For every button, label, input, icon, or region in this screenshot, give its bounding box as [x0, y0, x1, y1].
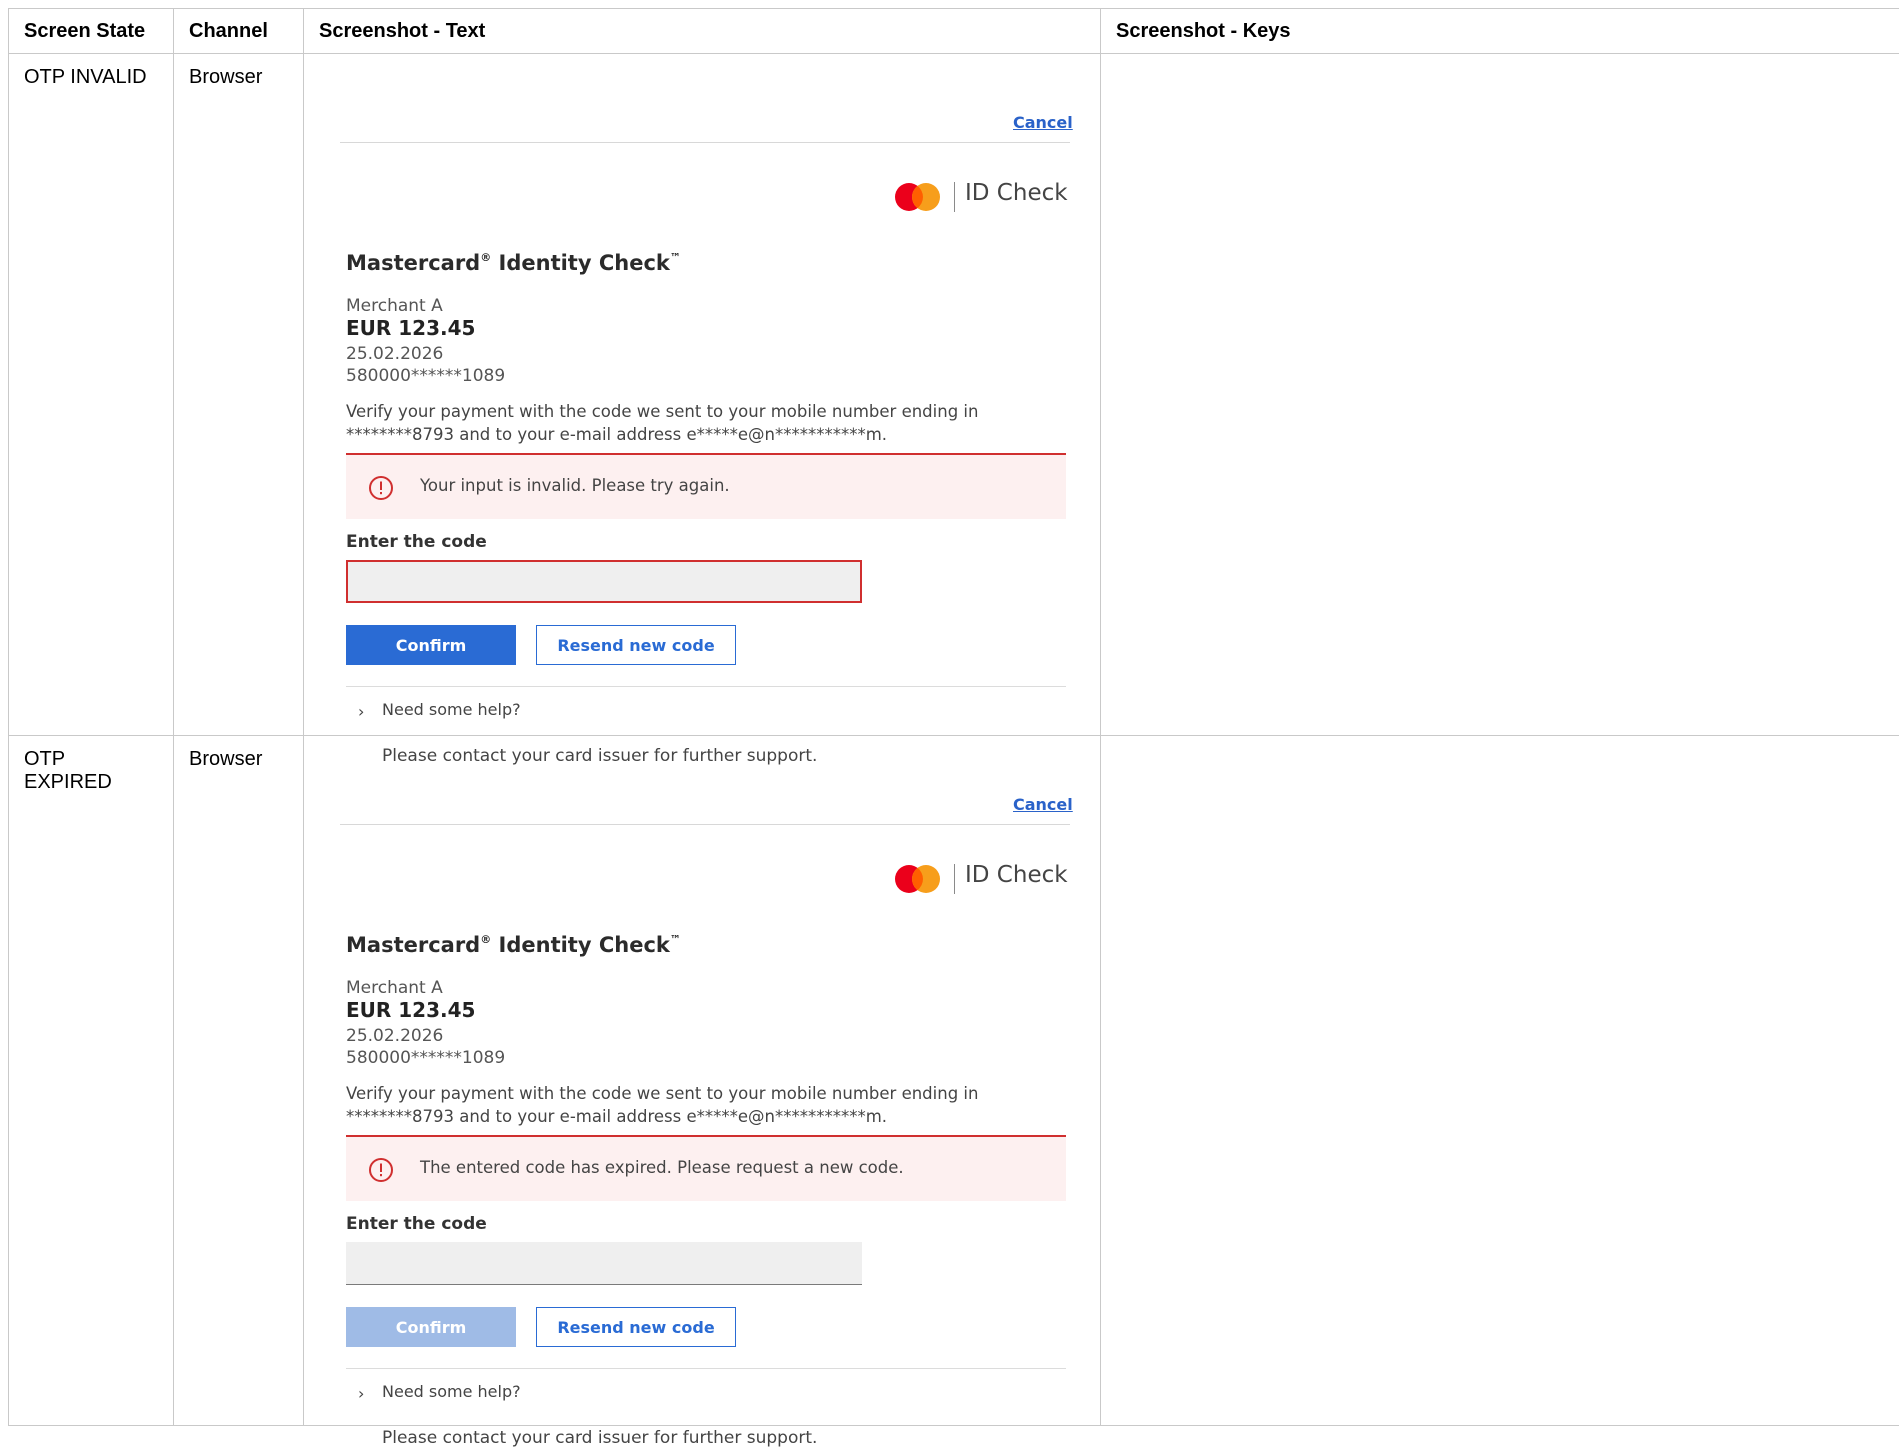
- page-title: Mastercard® Identity Check™: [346, 933, 681, 957]
- merchant-name: Merchant A: [346, 978, 443, 998]
- error-alert: Your input is invalid. Please try again.: [346, 453, 1066, 519]
- help-divider: [346, 686, 1066, 687]
- channel-cell: Browser: [174, 54, 304, 736]
- screen-state-cell: OTP EXPIRED: [9, 736, 174, 1426]
- logo-separator: [954, 182, 955, 212]
- card-number: 580000******1089: [346, 1048, 505, 1068]
- id-check-text: ID Check: [965, 862, 1068, 888]
- logo-separator: [954, 864, 955, 894]
- header-channel: Channel: [174, 9, 304, 54]
- error-alert: The entered code has expired. Please req…: [346, 1135, 1066, 1201]
- card-number: 580000******1089: [346, 366, 505, 386]
- top-divider: [340, 142, 1070, 143]
- chevron-right-icon[interactable]: ›: [358, 1384, 364, 1403]
- confirm-button[interactable]: Confirm: [346, 625, 516, 665]
- help-divider: [346, 1368, 1066, 1369]
- screen-state-cell: OTP INVALID: [9, 54, 174, 736]
- resend-code-button[interactable]: Resend new code: [536, 1307, 736, 1347]
- code-input[interactable]: [346, 560, 862, 603]
- otp-screen-invalid: Cancel ID Check Mastercard® Identity Che…: [304, 54, 1097, 735]
- code-field-label: Enter the code: [346, 532, 487, 552]
- header-screen-state: Screen State: [9, 9, 174, 54]
- screenshot-keys-cell: [1101, 54, 1899, 736]
- error-message: The entered code has expired. Please req…: [420, 1158, 904, 1177]
- channel-cell: Browser: [174, 736, 304, 1426]
- chevron-right-icon[interactable]: ›: [358, 702, 364, 721]
- merchant-name: Merchant A: [346, 296, 443, 316]
- table-row: OTP INVALID Browser Cancel ID Check: [9, 54, 1899, 736]
- alert-circle-icon: [368, 1157, 394, 1183]
- screenshot-cell: Cancel ID Check Mastercard® Identity Che…: [304, 736, 1101, 1426]
- transaction-amount: EUR 123.45: [346, 316, 475, 340]
- code-field-label: Enter the code: [346, 1214, 487, 1234]
- cancel-link[interactable]: Cancel: [1013, 795, 1073, 814]
- resend-code-button[interactable]: Resend new code: [536, 625, 736, 665]
- alert-circle-icon: [368, 475, 394, 501]
- support-text: Please contact your card issuer for furt…: [382, 1428, 817, 1448]
- confirm-button[interactable]: Confirm: [346, 1307, 516, 1347]
- mastercard-logo-icon: [894, 864, 942, 894]
- code-input[interactable]: [346, 1242, 862, 1285]
- spec-table: Screen State Channel Screenshot - Text S…: [8, 8, 1899, 1426]
- transaction-date: 25.02.2026: [346, 344, 443, 364]
- mastercard-logo-icon: [894, 182, 942, 212]
- top-divider: [340, 824, 1070, 825]
- id-check-text: ID Check: [965, 180, 1068, 206]
- transaction-date: 25.02.2026: [346, 1026, 443, 1046]
- need-help-toggle[interactable]: Need some help?: [382, 700, 521, 719]
- verify-instructions: Verify your payment with the code we sen…: [346, 1082, 1046, 1128]
- error-message: Your input is invalid. Please try again.: [420, 476, 730, 495]
- header-screenshot-text: Screenshot - Text: [304, 9, 1101, 54]
- page-title: Mastercard® Identity Check™: [346, 251, 681, 275]
- header-row: Screen State Channel Screenshot - Text S…: [9, 9, 1899, 54]
- need-help-toggle[interactable]: Need some help?: [382, 1382, 521, 1401]
- transaction-amount: EUR 123.45: [346, 998, 475, 1022]
- otp-screen-expired: Cancel ID Check Mastercard® Identity Che…: [304, 736, 1097, 1417]
- header-screenshot-keys: Screenshot - Keys: [1101, 9, 1899, 54]
- screenshot-cell: Cancel ID Check Mastercard® Identity Che…: [304, 54, 1101, 736]
- cancel-link[interactable]: Cancel: [1013, 113, 1073, 132]
- screenshot-keys-cell: [1101, 736, 1899, 1426]
- table-row: OTP EXPIRED Browser Cancel ID Check: [9, 736, 1899, 1426]
- verify-instructions: Verify your payment with the code we sen…: [346, 400, 1046, 446]
